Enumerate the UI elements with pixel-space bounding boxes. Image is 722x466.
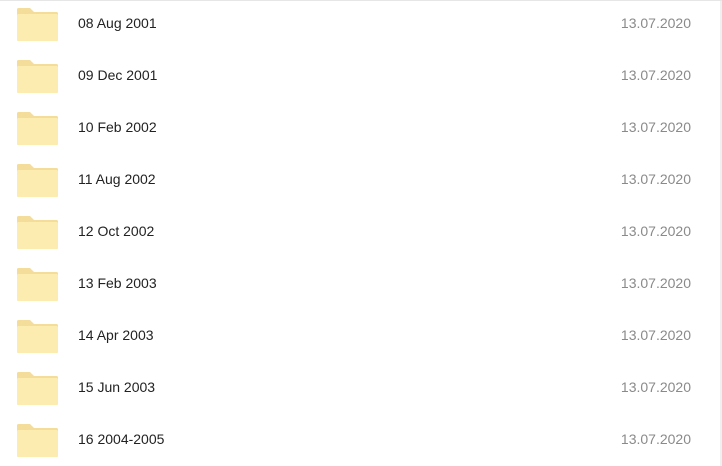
file-row[interactable]: 13 Feb 2003 13.07.2020 <box>0 256 722 308</box>
file-date: 13.07.2020 <box>620 119 691 135</box>
folder-icon <box>17 372 58 405</box>
file-date: 13.07.2020 <box>620 327 691 343</box>
file-name: 12 Oct 2002 <box>78 223 155 239</box>
file-row[interactable]: 10 Feb 2002 13.07.2020 <box>0 100 722 152</box>
file-date: 13.07.2020 <box>620 379 691 395</box>
file-name: 08 Aug 2001 <box>78 15 157 31</box>
file-row[interactable]: 16 2004-2005 13.07.2020 <box>0 412 722 464</box>
file-name: 16 2004-2005 <box>78 431 165 447</box>
file-date: 13.07.2020 <box>620 431 691 447</box>
folder-icon <box>17 60 58 93</box>
file-row[interactable]: 15 Jun 2003 13.07.2020 <box>0 360 722 412</box>
file-date: 13.07.2020 <box>620 67 691 83</box>
folder-icon <box>17 268 58 301</box>
file-date: 13.07.2020 <box>620 171 691 187</box>
file-row[interactable]: 09 Dec 2001 13.07.2020 <box>0 48 722 100</box>
file-name: 14 Apr 2003 <box>78 327 154 343</box>
file-name: 10 Feb 2002 <box>78 119 157 135</box>
folder-icon <box>17 320 58 353</box>
file-name: 13 Feb 2003 <box>78 275 157 291</box>
file-date: 13.07.2020 <box>620 223 691 239</box>
file-row[interactable]: 08 Aug 2001 13.07.2020 <box>0 0 722 48</box>
folder-icon <box>17 8 58 41</box>
folder-icon <box>17 424 58 457</box>
file-name: 09 Dec 2001 <box>78 67 158 83</box>
file-name: 15 Jun 2003 <box>78 379 156 395</box>
file-row[interactable]: 14 Apr 2003 13.07.2020 <box>0 308 722 360</box>
folder-icon <box>17 112 58 145</box>
file-row[interactable]: 12 Oct 2002 13.07.2020 <box>0 204 722 256</box>
file-date: 13.07.2020 <box>620 275 691 291</box>
folder-icon <box>17 216 58 249</box>
file-browser: 08 Aug 2001 13.07.2020 09 Dec 2001 13.07… <box>0 0 722 466</box>
folder-icon <box>17 164 58 197</box>
file-list: 08 Aug 2001 13.07.2020 09 Dec 2001 13.07… <box>0 0 722 464</box>
file-row[interactable]: 11 Aug 2002 13.07.2020 <box>0 152 722 204</box>
file-name: 11 Aug 2002 <box>78 171 156 187</box>
file-date: 13.07.2020 <box>620 15 691 31</box>
